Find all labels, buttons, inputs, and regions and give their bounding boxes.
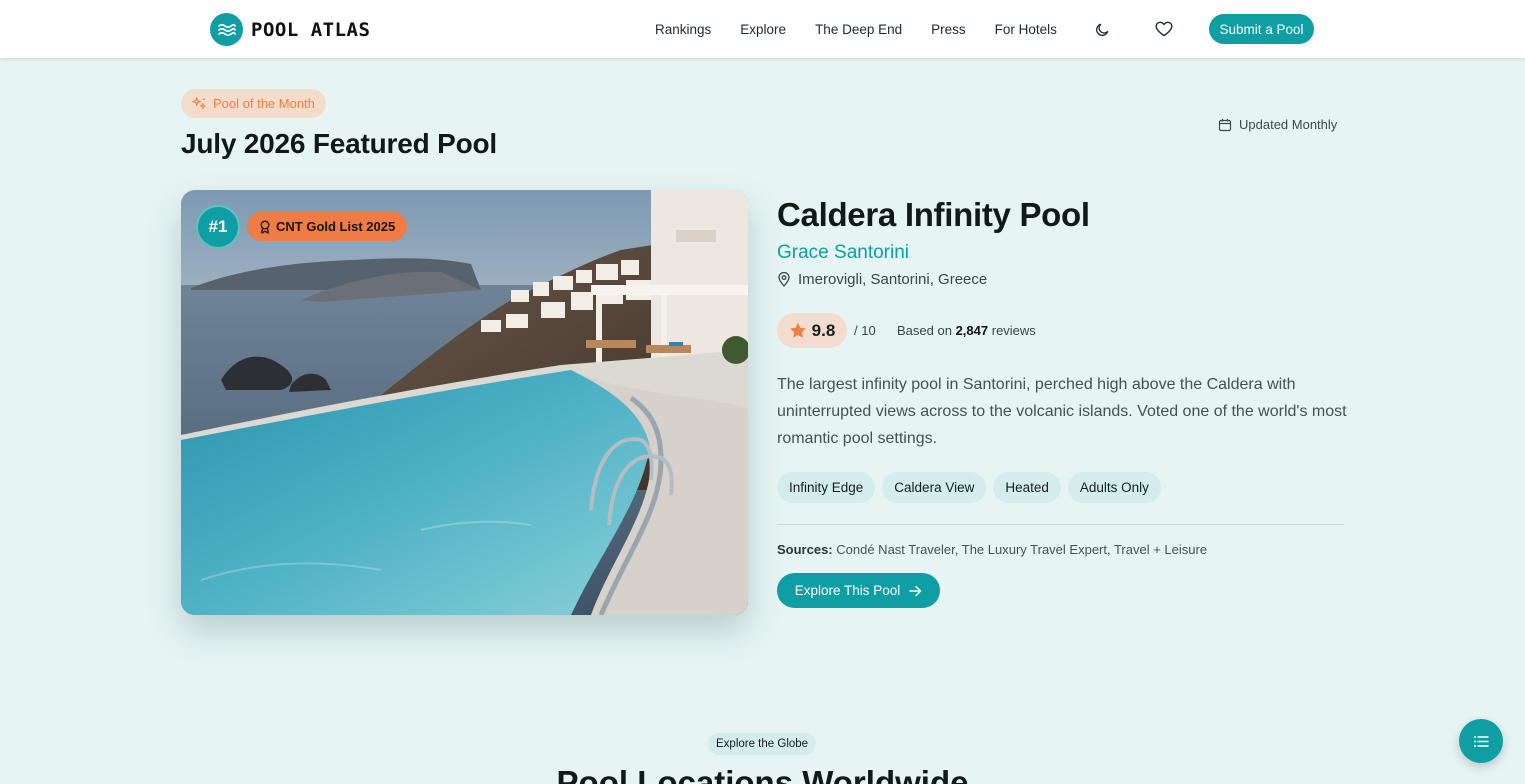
rank-badge: #1 xyxy=(196,205,240,249)
location-text: Imerovigli, Santorini, Greece xyxy=(798,271,988,288)
map-pin-icon xyxy=(777,272,791,287)
award-badge: CNT Gold List 2025 xyxy=(247,212,408,241)
waves-icon xyxy=(210,13,243,46)
main-nav: Rankings Explore The Deep End Press For … xyxy=(655,0,1086,58)
explore-globe-badge: Explore the Globe xyxy=(708,733,817,755)
pool-photo[interactable] xyxy=(181,190,748,615)
calendar-icon xyxy=(1218,118,1232,132)
rating-score: 9.8 xyxy=(777,313,847,348)
pool-of-the-month-label: Pool of the Month xyxy=(213,96,315,111)
feature-tags: Infinity Edge Caldera View Heated Adults… xyxy=(777,472,1161,503)
site-header: POOL ATLAS Rankings Explore The Deep End… xyxy=(0,0,1525,58)
rating-value: 9.8 xyxy=(811,320,836,340)
tag-caldera-view[interactable]: Caldera View xyxy=(882,472,987,503)
hotel-name[interactable]: Grace Santorini xyxy=(777,242,909,264)
logo[interactable]: POOL ATLAS xyxy=(210,13,370,46)
submit-pool-button[interactable]: Submit a Pool xyxy=(1209,14,1314,44)
divider xyxy=(777,524,1344,525)
nav-press[interactable]: Press xyxy=(931,22,966,37)
tag-adults-only[interactable]: Adults Only xyxy=(1067,472,1161,503)
list-menu-button[interactable] xyxy=(1459,719,1503,763)
pool-description: The largest infinity pool in Santorini, … xyxy=(777,376,1347,447)
explore-pool-label: Explore This Pool xyxy=(794,583,901,598)
pool-of-the-month-badge: Pool of the Month xyxy=(181,89,326,118)
arrow-right-icon xyxy=(909,585,922,597)
pool-name: Caldera Infinity Pool xyxy=(777,196,1090,233)
nav-for-hotels[interactable]: For Hotels xyxy=(995,22,1057,37)
nav-the-deep-end[interactable]: The Deep End xyxy=(815,22,902,37)
reviews-number: 2,847 xyxy=(955,323,989,338)
sources-label: Sources: xyxy=(777,542,833,557)
updated-monthly: Updated Monthly xyxy=(1218,117,1337,132)
heart-icon[interactable] xyxy=(1155,20,1173,38)
award-ribbon-icon xyxy=(259,220,271,234)
reviews-count: Based on 2,847 reviews xyxy=(897,323,1036,338)
reviews-suffix: reviews xyxy=(991,323,1036,338)
sources: Sources: Condé Nast Traveler, The Luxury… xyxy=(777,542,1207,557)
tag-infinity-edge[interactable]: Infinity Edge xyxy=(777,472,876,503)
award-label: CNT Gold List 2025 xyxy=(276,219,396,234)
reviews-prefix: Based on xyxy=(897,323,952,338)
rating-out-of: / 10 xyxy=(854,323,876,338)
logo-text: POOL ATLAS xyxy=(251,18,371,41)
moon-icon[interactable] xyxy=(1093,20,1111,38)
nav-rankings[interactable]: Rankings xyxy=(655,22,711,37)
star-icon xyxy=(789,322,807,339)
explore-pool-button[interactable]: Explore This Pool xyxy=(777,573,940,608)
section-title: Pool Locations Worldwide xyxy=(556,764,969,784)
location: Imerovigli, Santorini, Greece xyxy=(777,271,987,288)
list-icon xyxy=(1473,735,1489,748)
updated-label: Updated Monthly xyxy=(1239,117,1338,132)
page-title: July 2026 Featured Pool xyxy=(181,128,497,159)
sparkles-icon xyxy=(192,96,207,111)
sources-text: Condé Nast Traveler, The Luxury Travel E… xyxy=(836,542,1208,557)
tag-heated[interactable]: Heated xyxy=(993,472,1061,503)
nav-explore[interactable]: Explore xyxy=(740,22,786,37)
